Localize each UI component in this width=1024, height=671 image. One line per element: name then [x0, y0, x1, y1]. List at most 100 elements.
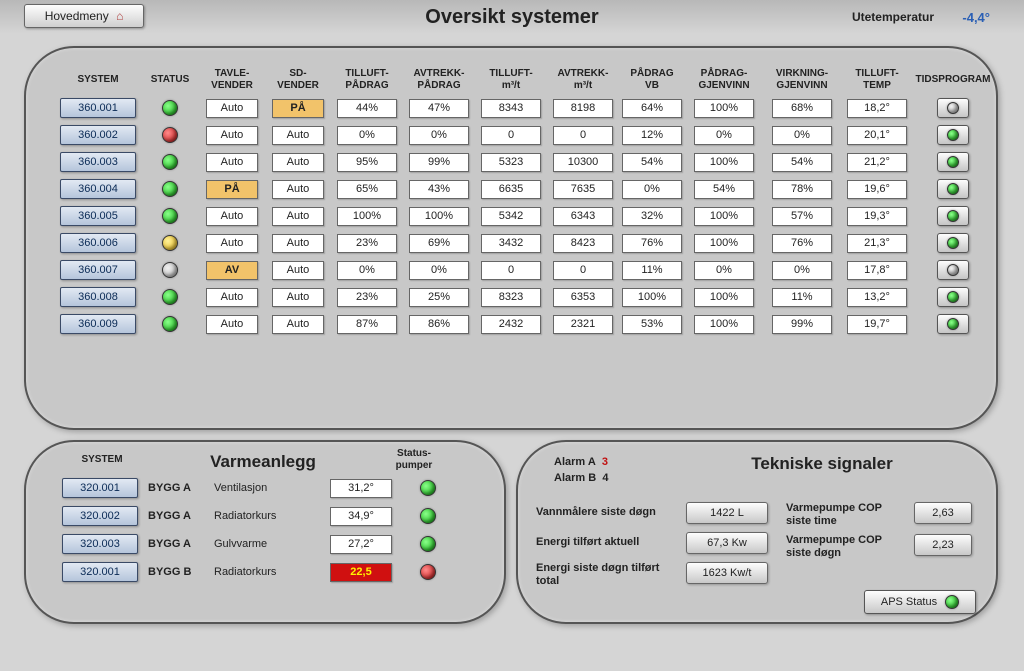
system-button[interactable]: 360.009 — [60, 314, 136, 334]
sd-vender-field[interactable]: Auto — [272, 126, 324, 145]
system-button[interactable]: 360.008 — [60, 287, 136, 307]
tidsprogram-button[interactable] — [937, 125, 969, 145]
tidsprogram-button[interactable] — [937, 179, 969, 199]
system-button[interactable]: 360.006 — [60, 233, 136, 253]
avtrekk-padrag-field: 47% — [409, 99, 469, 118]
virkning-gjenvinn-field: 99% — [772, 315, 832, 334]
system-button[interactable]: 360.001 — [60, 98, 136, 118]
tidsprogram-button[interactable] — [937, 287, 969, 307]
virkning-gjenvinn-field: 0% — [772, 126, 832, 145]
sd-vender-field[interactable]: Auto — [272, 261, 324, 280]
tidsprogram-button[interactable] — [937, 233, 969, 253]
heating-system-button[interactable]: 320.001 — [62, 478, 138, 498]
status-led-icon — [162, 262, 178, 278]
heating-system-button[interactable]: 320.002 — [62, 506, 138, 526]
tavle-vender-field[interactable]: PÅ — [206, 180, 258, 199]
sd-vender-field[interactable]: Auto — [272, 315, 324, 334]
tidsprogram-button[interactable] — [937, 152, 969, 172]
tidsprogram-led-icon — [947, 183, 959, 195]
sd-vender-field[interactable]: Auto — [272, 288, 324, 307]
tilluft-padrag-field: 44% — [337, 99, 397, 118]
system-button[interactable]: 360.005 — [60, 206, 136, 226]
tilluft-padrag-field: 0% — [337, 261, 397, 280]
tilluft-padrag-field: 100% — [337, 207, 397, 226]
avtrekk-m3-field: 0 — [553, 261, 613, 280]
tilluft-m3-field: 2432 — [481, 315, 541, 334]
tilluft-temp-field: 17,8° — [847, 261, 907, 280]
status-led-icon — [162, 316, 178, 332]
padrag-gjenvinn-field: 100% — [694, 315, 754, 334]
cop-day-value[interactable]: 2,23 — [914, 534, 972, 556]
tidsprogram-button[interactable] — [937, 206, 969, 226]
cop-day-label: Varmepumpe COP siste døgn — [786, 534, 906, 560]
tilluft-m3-field: 8343 — [481, 99, 541, 118]
pump-status-led-icon — [420, 536, 436, 552]
avtrekk-padrag-field: 25% — [409, 288, 469, 307]
tavle-vender-field[interactable]: AV — [206, 261, 258, 280]
tavle-vender-field[interactable]: Auto — [206, 234, 258, 253]
water-value[interactable]: 1422 L — [686, 502, 768, 524]
col-hdr-tilluft_padrag: TILLUFT- PÅDRAG — [345, 68, 388, 91]
avtrekk-padrag-field: 99% — [409, 153, 469, 172]
tilluft-padrag-field: 65% — [337, 180, 397, 199]
heating-bygg-label: BYGG B — [148, 566, 191, 578]
avtrekk-padrag-field: 86% — [409, 315, 469, 334]
padrag-vb-field: 0% — [622, 180, 682, 199]
sd-vender-field[interactable]: Auto — [272, 153, 324, 172]
status-led-icon — [162, 100, 178, 116]
system-button[interactable]: 360.004 — [60, 179, 136, 199]
tidsprogram-button[interactable] — [937, 260, 969, 280]
heating-pump-hdr: Status- pumper — [384, 448, 444, 472]
status-led-icon — [162, 289, 178, 305]
tavle-vender-field[interactable]: Auto — [206, 288, 258, 307]
heating-value-field: 22,5 — [330, 563, 392, 582]
padrag-gjenvinn-field: 100% — [694, 234, 754, 253]
alarm-a-value: 3 — [602, 456, 608, 468]
tidsprogram-led-icon — [947, 291, 959, 303]
tavle-vender-field[interactable]: Auto — [206, 99, 258, 118]
avtrekk-m3-field: 7635 — [553, 180, 613, 199]
sd-vender-field[interactable]: Auto — [272, 180, 324, 199]
tilluft-m3-field: 5323 — [481, 153, 541, 172]
tavle-vender-field[interactable]: Auto — [206, 207, 258, 226]
avtrekk-padrag-field: 43% — [409, 180, 469, 199]
system-button[interactable]: 360.002 — [60, 125, 136, 145]
tidsprogram-led-icon — [947, 129, 959, 141]
heating-system-button[interactable]: 320.003 — [62, 534, 138, 554]
col-hdr-avtrekk_m3: AVTREKK- m³/t — [558, 68, 609, 91]
system-button[interactable]: 360.003 — [60, 152, 136, 172]
system-button[interactable]: 360.007 — [60, 260, 136, 280]
cop-hour-value[interactable]: 2,63 — [914, 502, 972, 524]
heating-panel: SYSTEM Varmeanlegg Status- pumper 320.00… — [24, 440, 506, 624]
tavle-vender-field[interactable]: Auto — [206, 153, 258, 172]
tech-title: Tekniske signaler — [648, 454, 996, 474]
tidsprogram-button[interactable] — [937, 314, 969, 334]
energy-total-value[interactable]: 1623 Kw/t — [686, 562, 768, 584]
col-hdr-sd: SD- VENDER — [277, 68, 319, 91]
tidsprogram-led-icon — [947, 102, 959, 114]
status-led-icon — [162, 127, 178, 143]
tavle-vender-field[interactable]: Auto — [206, 126, 258, 145]
tilluft-m3-field: 0 — [481, 126, 541, 145]
tilluft-m3-field: 0 — [481, 261, 541, 280]
tidsprogram-button[interactable] — [937, 98, 969, 118]
tilluft-m3-field: 6635 — [481, 180, 541, 199]
tavle-vender-field[interactable]: Auto — [206, 315, 258, 334]
sd-vender-field[interactable]: Auto — [272, 207, 324, 226]
sd-vender-field[interactable]: PÅ — [272, 99, 324, 118]
heating-system-button[interactable]: 320.001 — [62, 562, 138, 582]
padrag-gjenvinn-field: 100% — [694, 288, 754, 307]
energy-now-value[interactable]: 67,3 Kw — [686, 532, 768, 554]
tilluft-m3-field: 8323 — [481, 288, 541, 307]
heating-bygg-label: BYGG A — [148, 510, 191, 522]
tidsprogram-led-icon — [947, 156, 959, 168]
padrag-gjenvinn-field: 100% — [694, 99, 754, 118]
aps-led-icon — [945, 595, 959, 609]
padrag-gjenvinn-field: 54% — [694, 180, 754, 199]
aps-status-button[interactable]: APS Status — [864, 590, 976, 614]
sd-vender-field[interactable]: Auto — [272, 234, 324, 253]
avtrekk-m3-field: 10300 — [553, 153, 613, 172]
alarm-b-label: Alarm B — [554, 472, 596, 484]
tilluft-padrag-field: 95% — [337, 153, 397, 172]
outtemp-label: Utetemperatur — [852, 10, 934, 24]
